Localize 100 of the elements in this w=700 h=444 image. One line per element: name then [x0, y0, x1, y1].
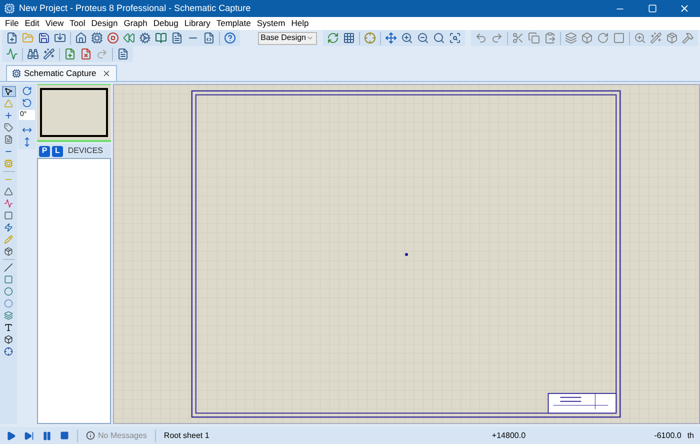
selection-mode-button[interactable] [2, 86, 16, 97]
book-button[interactable] [153, 30, 169, 46]
make-device-button[interactable] [648, 30, 664, 46]
pick-device-button[interactable] [632, 30, 648, 46]
zoom-out-icon [417, 32, 429, 44]
package-button[interactable] [664, 30, 680, 46]
copy-icon [528, 32, 540, 44]
chip-icon [12, 69, 21, 78]
app-logo-icon [4, 3, 15, 14]
menu-item[interactable]: Tool [66, 19, 88, 28]
path-button[interactable] [2, 310, 16, 321]
mirror-horizontal-button[interactable] [22, 125, 32, 135]
menu-item[interactable]: Template [213, 19, 254, 28]
block-copy-button[interactable] [563, 30, 579, 46]
wand-icon [43, 48, 55, 60]
pan-button[interactable] [383, 30, 399, 46]
variant-dropdown[interactable]: Base Design [258, 32, 317, 44]
origin-dot [405, 253, 408, 256]
new-file-icon [6, 32, 18, 44]
text-script-icon [4, 135, 13, 144]
zoom-area-button[interactable] [447, 30, 463, 46]
refresh-document-icon [327, 32, 339, 44]
stop-circle-icon [107, 32, 119, 44]
menu-item[interactable]: Debug [150, 19, 182, 28]
save-icon [38, 32, 50, 44]
rotate-anticlockwise-button[interactable] [22, 98, 32, 108]
rotate-clockwise-button[interactable] [22, 86, 32, 96]
block-rotate-button[interactable] [595, 30, 611, 46]
delete-sheet-icon [80, 48, 92, 60]
cut-icon [512, 32, 524, 44]
zoom-out-button[interactable] [415, 30, 431, 46]
generator-icon [4, 223, 13, 232]
undo-icon [475, 32, 487, 44]
hammer-button[interactable] [680, 30, 696, 46]
y-coordinate: -6100.0 [654, 430, 682, 442]
menu-item[interactable]: File [2, 19, 22, 28]
marker-button[interactable] [2, 346, 16, 357]
package-icon [666, 32, 678, 44]
mirror-vertical-button[interactable] [22, 137, 32, 147]
block-move-button[interactable] [579, 30, 595, 46]
block-rotate-icon [597, 32, 609, 44]
copy-button[interactable] [526, 30, 542, 46]
pause-button[interactable] [42, 430, 52, 440]
binoculars-icon [27, 48, 39, 60]
zoom-area-icon [449, 32, 461, 44]
run-button[interactable] [6, 430, 16, 440]
zoom-all-button[interactable] [431, 30, 447, 46]
device-pin-button[interactable] [2, 186, 16, 197]
document-tab[interactable]: Schematic Capture [6, 65, 118, 81]
circle-button[interactable] [2, 286, 16, 297]
graph-icon [4, 199, 13, 208]
window-title: New Project - Proteus 8 Professional - Schematic Capture [19, 2, 251, 15]
home-button[interactable] [73, 30, 89, 46]
sheet-status: Root sheet 1 [164, 430, 210, 442]
grid-button[interactable] [341, 30, 357, 46]
help-button[interactable] [222, 30, 238, 46]
redo-icon [491, 32, 503, 44]
menu-item[interactable]: System [254, 19, 288, 28]
wire-label-button[interactable] [2, 122, 16, 133]
line-button[interactable] [2, 262, 16, 273]
new-sheet-icon [64, 48, 76, 60]
text-icon [4, 323, 13, 332]
device-list[interactable] [37, 158, 111, 424]
chip-icon [91, 32, 103, 44]
box-icon [4, 275, 13, 284]
arc-button[interactable] [2, 298, 16, 309]
gear-icon [139, 32, 151, 44]
close-icon [102, 69, 112, 78]
document-icon [171, 32, 183, 44]
menu-item[interactable]: Edit [22, 19, 42, 28]
stop-button[interactable] [60, 431, 69, 440]
library-button[interactable]: L [52, 146, 63, 156]
graph-button[interactable] [2, 198, 16, 209]
grid-icon [343, 32, 355, 44]
selection-mode-icon [4, 87, 13, 96]
menu-item[interactable]: Design [88, 19, 121, 28]
devices-heading: DEVICES [68, 145, 103, 157]
marker-icon [4, 347, 13, 356]
wire-route-button[interactable] [4, 46, 20, 62]
home-icon [75, 32, 87, 44]
pan-icon [385, 32, 397, 44]
line-icon [4, 263, 13, 272]
binoculars-button[interactable] [25, 46, 41, 62]
menu-item[interactable]: Graph [120, 19, 150, 28]
block-delete-button[interactable] [611, 30, 627, 46]
origin-button[interactable] [362, 30, 378, 46]
menu-item[interactable]: Library [181, 19, 214, 28]
subcircuit-icon [4, 159, 13, 168]
caret-icon [306, 34, 314, 42]
stop-circle-button[interactable] [105, 30, 121, 46]
menu-item[interactable]: Help [288, 19, 312, 28]
zoom-in-button[interactable] [399, 30, 415, 46]
circle-icon [4, 287, 13, 296]
menu-item[interactable]: View [42, 19, 67, 28]
step-button[interactable] [24, 430, 34, 440]
wand-button[interactable] [41, 46, 57, 62]
gear-button[interactable] [137, 30, 153, 46]
refresh-document-button[interactable] [325, 30, 341, 46]
save-button[interactable] [36, 30, 52, 46]
pick-device-button[interactable]: P [39, 146, 50, 156]
